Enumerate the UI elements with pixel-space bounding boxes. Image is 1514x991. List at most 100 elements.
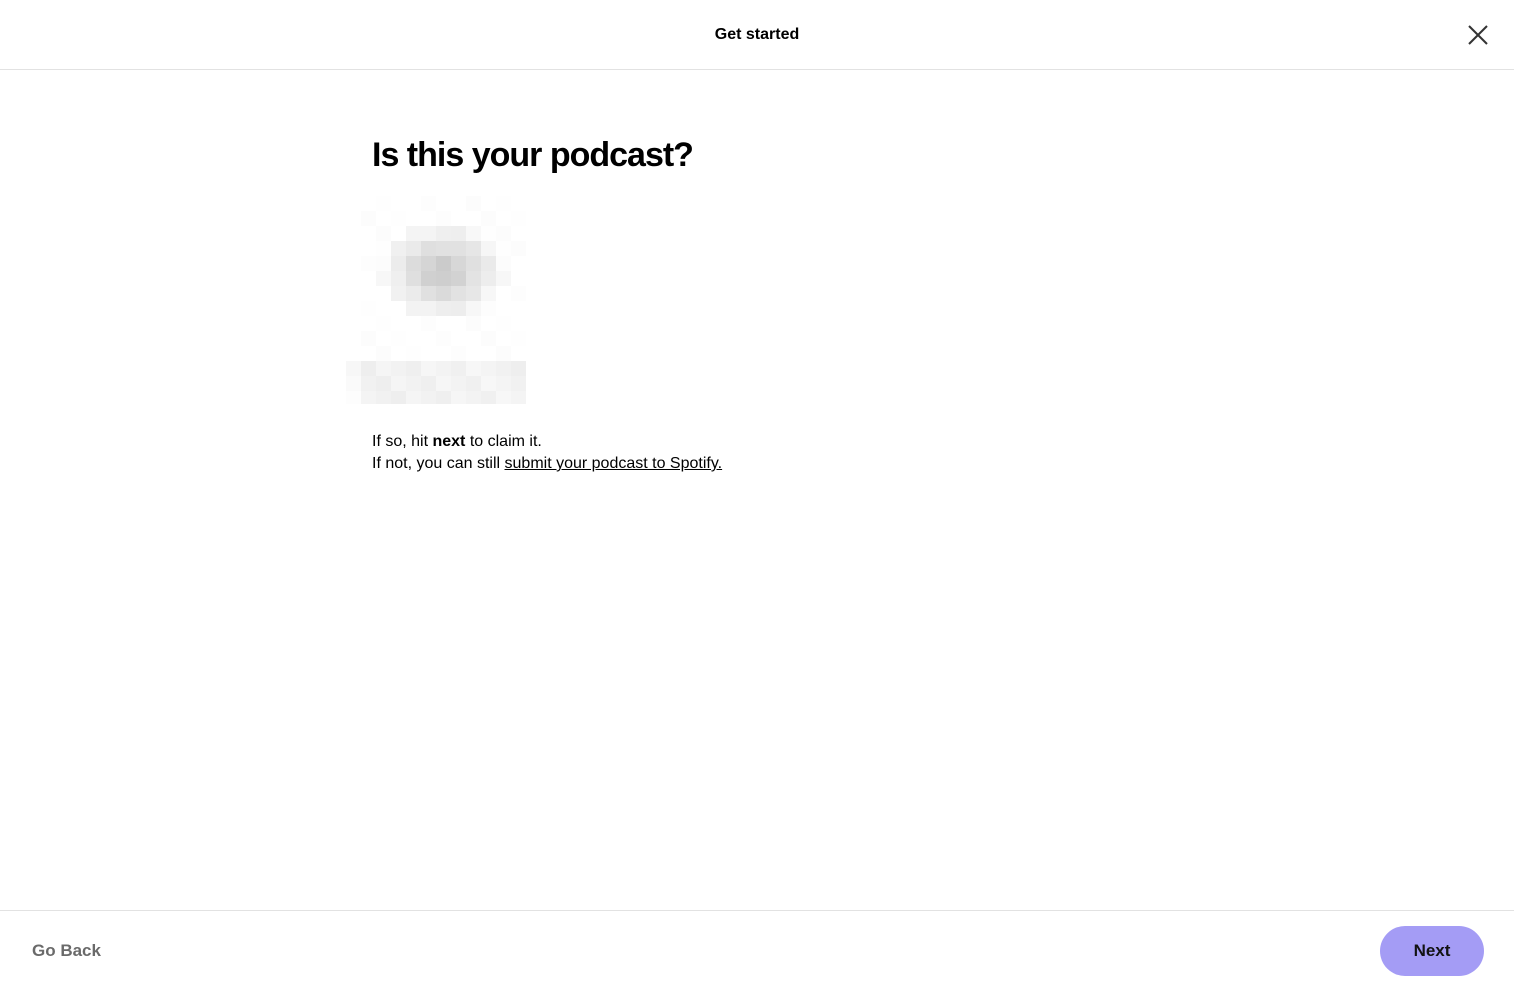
- cover-pixel: [436, 211, 451, 226]
- cover-pixel: [421, 376, 436, 391]
- cover-pixel: [451, 226, 466, 241]
- cover-pixel: [346, 256, 361, 271]
- cover-pixel: [466, 361, 481, 376]
- cover-pixel: [361, 361, 376, 376]
- cover-pixel: [346, 271, 361, 286]
- description-text: If not, you can still: [372, 455, 505, 472]
- cover-pixel: [451, 256, 466, 271]
- cover-pixel: [481, 316, 496, 331]
- cover-pixel: [436, 271, 451, 286]
- cover-pixel: [451, 196, 466, 211]
- cover-pixel: [406, 361, 421, 376]
- cover-pixel: [436, 331, 451, 346]
- cover-pixel: [376, 226, 391, 241]
- cover-pixel: [451, 391, 466, 404]
- cover-pixel: [481, 196, 496, 211]
- cover-pixel: [361, 211, 376, 226]
- cover-pixel: [511, 361, 526, 376]
- cover-pixel: [451, 346, 466, 361]
- cover-pixel: [481, 256, 496, 271]
- cover-pixel: [436, 346, 451, 361]
- cover-pixel: [406, 316, 421, 331]
- cover-pixel: [421, 196, 436, 211]
- cover-pixel: [451, 301, 466, 316]
- cover-pixel: [481, 271, 496, 286]
- cover-pixel: [451, 331, 466, 346]
- cover-pixel: [376, 211, 391, 226]
- cover-pixel: [436, 316, 451, 331]
- claim-description: If so, hit next to claim it. If not, you…: [372, 431, 722, 475]
- main-content: Is this your podcast?: [372, 120, 1272, 190]
- cover-pixel: [496, 211, 511, 226]
- go-back-button[interactable]: Go Back: [32, 941, 101, 961]
- cover-pixel: [481, 331, 496, 346]
- cover-pixel: [451, 316, 466, 331]
- cover-pixel: [421, 331, 436, 346]
- cover-pixel: [496, 196, 511, 211]
- cover-pixel: [466, 331, 481, 346]
- cover-pixel: [511, 331, 526, 346]
- cover-pixel: [391, 196, 406, 211]
- cover-pixel: [481, 301, 496, 316]
- cover-pixel: [511, 196, 526, 211]
- cover-pixel: [481, 391, 496, 404]
- cover-pixel: [391, 256, 406, 271]
- footer-bar: Go Back Next: [0, 910, 1514, 991]
- cover-pixel: [436, 196, 451, 211]
- cover-pixel: [511, 316, 526, 331]
- cover-pixel: [406, 196, 421, 211]
- cover-pixel: [466, 196, 481, 211]
- cover-pixel: [466, 211, 481, 226]
- cover-pixel: [421, 301, 436, 316]
- cover-pixel: [391, 241, 406, 256]
- cover-pixel: [496, 256, 511, 271]
- cover-pixel: [391, 346, 406, 361]
- cover-pixel: [346, 316, 361, 331]
- cover-pixel: [496, 316, 511, 331]
- close-icon: [1468, 25, 1488, 45]
- cover-pixel: [376, 346, 391, 361]
- cover-pixel: [466, 376, 481, 391]
- cover-pixel: [391, 331, 406, 346]
- cover-pixel: [361, 241, 376, 256]
- cover-pixel: [376, 256, 391, 271]
- submit-podcast-link[interactable]: submit your podcast to Spotify.: [505, 455, 723, 472]
- cover-pixel: [406, 226, 421, 241]
- description-line-1: If so, hit next to claim it.: [372, 431, 722, 453]
- cover-pixel: [361, 286, 376, 301]
- cover-pixel: [481, 376, 496, 391]
- cover-pixel: [391, 316, 406, 331]
- cover-pixel: [496, 361, 511, 376]
- cover-pixel: [436, 391, 451, 404]
- cover-pixel: [496, 286, 511, 301]
- cover-pixel: [346, 196, 361, 211]
- cover-pixel: [346, 241, 361, 256]
- cover-pixel: [511, 241, 526, 256]
- cover-pixel: [361, 331, 376, 346]
- close-button[interactable]: [1464, 21, 1492, 49]
- podcast-cover-image: [346, 196, 526, 404]
- cover-pixel: [421, 226, 436, 241]
- cover-pixel: [361, 256, 376, 271]
- cover-pixel: [406, 376, 421, 391]
- cover-pixel: [421, 361, 436, 376]
- cover-pixel: [511, 346, 526, 361]
- cover-pixel: [421, 271, 436, 286]
- cover-pixel: [406, 301, 421, 316]
- headline: Is this your podcast?: [372, 136, 694, 174]
- cover-pixel: [496, 391, 511, 404]
- cover-pixel: [451, 361, 466, 376]
- cover-pixel: [421, 391, 436, 404]
- cover-pixel: [421, 241, 436, 256]
- next-button[interactable]: Next: [1380, 926, 1484, 976]
- cover-pixel: [511, 301, 526, 316]
- cover-pixel: [406, 241, 421, 256]
- cover-pixel: [436, 376, 451, 391]
- cover-pixel: [391, 286, 406, 301]
- cover-pixel: [466, 346, 481, 361]
- cover-pixel: [511, 271, 526, 286]
- cover-pixel: [391, 391, 406, 404]
- cover-pixel: [376, 331, 391, 346]
- cover-pixel: [346, 286, 361, 301]
- description-text: If so, hit: [372, 433, 433, 450]
